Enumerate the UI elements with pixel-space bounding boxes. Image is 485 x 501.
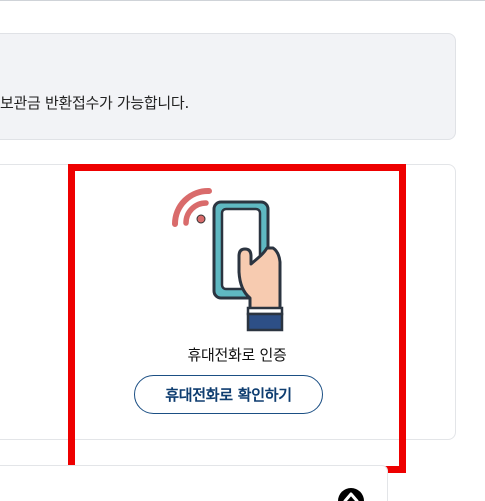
top-divider (0, 0, 485, 1)
highlight-frame (68, 164, 406, 473)
bottom-card (0, 465, 388, 501)
page: 보관금 반환접수가 가능합니다. 휴대전화로 인증 휴대전화로 확인하기 (0, 0, 485, 501)
notice-text: 보관금 반환접수가 가능합니다. (0, 94, 189, 112)
chevron-up-icon (343, 492, 359, 501)
notice-box (0, 33, 456, 140)
